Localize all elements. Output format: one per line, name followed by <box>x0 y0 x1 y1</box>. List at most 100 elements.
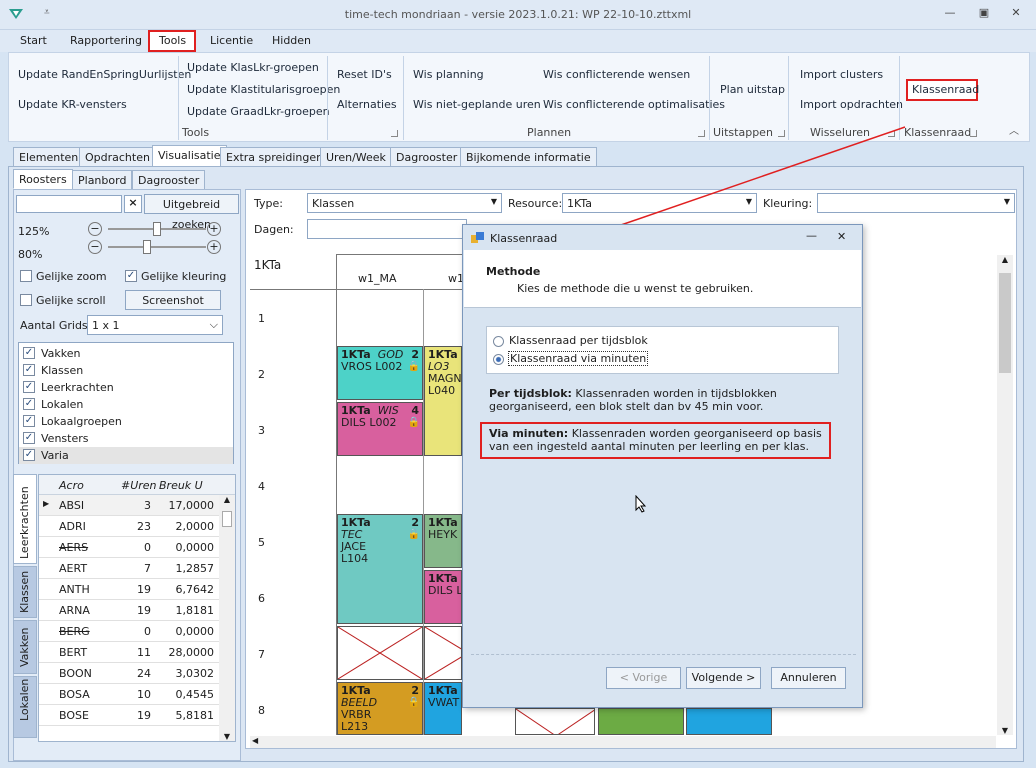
minimize-icon[interactable]: — <box>940 6 960 22</box>
schedule-hscroll[interactable]: ◀ <box>250 736 996 748</box>
import-clusters-button[interactable]: Import clusters <box>800 68 883 81</box>
scroll-up-icon[interactable]: ▲ <box>997 255 1013 264</box>
menu-hidden[interactable]: Hidden <box>272 34 311 50</box>
dialog-close-icon[interactable]: ✕ <box>837 230 846 243</box>
table-row[interactable]: ANTH 19 6,7642 <box>39 579 219 600</box>
menu-tools[interactable]: Tools <box>159 34 186 50</box>
checklist-checkbox[interactable]: ✓ <box>23 432 35 444</box>
collapse-ribbon-icon[interactable]: ︿ <box>1009 122 1019 137</box>
previous-button[interactable]: < Vorige <box>606 667 681 689</box>
schedule-slot[interactable]: 1KTa 2 BEELD VRBR L213 🔒 <box>337 682 423 735</box>
alternaties-button[interactable]: Alternaties <box>337 98 397 111</box>
close-icon[interactable]: ✕ <box>1006 6 1026 22</box>
schedule-slot[interactable]: 1KTa DILS L <box>424 570 462 624</box>
zoom-in-icon[interactable]: + <box>207 240 221 254</box>
zoom-out-icon[interactable]: − <box>88 222 102 236</box>
vtab-vakken[interactable]: Vakken <box>13 620 37 674</box>
zoom-out-icon[interactable]: − <box>88 240 102 254</box>
vtab-klassen[interactable]: Klassen <box>13 566 37 618</box>
col-header-acro[interactable]: Acro <box>59 479 84 492</box>
group-launcher-icon[interactable] <box>391 130 398 137</box>
menu-licentie[interactable]: Licentie <box>210 34 253 50</box>
wis-niet-geplande-uren-button[interactable]: Wis niet-geplande uren <box>413 98 541 111</box>
checklist-checkbox[interactable]: ✓ <box>23 364 35 376</box>
scroll-thumb[interactable] <box>999 273 1011 373</box>
group-launcher-icon[interactable] <box>970 130 977 137</box>
option-via-minuten-label[interactable]: Klassenraad via minuten <box>508 351 649 366</box>
checklist-item[interactable]: ✓ Lokalen <box>19 396 233 413</box>
zoom-in-icon[interactable]: + <box>207 222 221 236</box>
table-row[interactable]: BOON 24 3,0302 <box>39 663 219 684</box>
schedule-slot[interactable]: 1KTa LO3 MAGN L040 <box>424 346 462 456</box>
checklist-item[interactable]: ✓ Varia <box>19 447 233 464</box>
schedule-slot[interactable]: 1KTa VWAT <box>424 682 462 735</box>
advanced-search-button[interactable]: Uitgebreid zoeken <box>144 194 239 231</box>
tab-visualisatie[interactable]: Visualisatie <box>152 145 227 167</box>
checklist-item[interactable]: ✓ Vensters <box>19 430 233 447</box>
tab-opdrachten[interactable]: Opdrachten <box>79 147 156 167</box>
tab-elementen[interactable]: Elementen <box>13 147 85 167</box>
schedule-vscroll[interactable]: ▲ ▼ <box>997 255 1013 735</box>
table-row[interactable]: ARNA 19 1,8181 <box>39 600 219 621</box>
wis-conflicterende-wensen-button[interactable]: Wis conflicterende wensen <box>543 68 690 81</box>
plan-uitstap-button[interactable]: Plan uitstap <box>720 83 785 96</box>
clear-search-button[interactable]: × <box>124 195 142 213</box>
cancel-button[interactable]: Annuleren <box>771 667 846 689</box>
gelijke-scroll-checkbox[interactable] <box>20 294 32 306</box>
subtab-planbord[interactable]: Planbord <box>72 170 133 190</box>
vtab-lokalen[interactable]: Lokalen <box>13 676 37 738</box>
wis-conflicterende-optimalisaties-button[interactable]: Wis conflicterende optimalisaties <box>543 98 725 111</box>
update-kr-vensters-button[interactable]: Update KR-vensters <box>18 98 127 111</box>
row-selector-icon[interactable]: ▶ <box>43 499 49 508</box>
table-scrollbar[interactable]: ▲ ▼ <box>219 495 235 741</box>
radio-via-minuten[interactable] <box>493 354 504 365</box>
checklist-item[interactable]: ✓ Lokaalgroepen <box>19 413 233 430</box>
scroll-thumb[interactable] <box>222 511 232 527</box>
klassenraad-button[interactable]: Klassenraad <box>912 83 979 96</box>
maximize-icon[interactable]: ▣ <box>974 6 994 22</box>
tab-bijkomende-informatie[interactable]: Bijkomende informatie <box>460 147 597 167</box>
gelijke-zoom-checkbox[interactable] <box>20 270 32 282</box>
tab-uren-week[interactable]: Uren/Week <box>320 147 392 167</box>
search-input[interactable] <box>16 195 122 213</box>
checklist-item[interactable]: ✓ Klassen <box>19 362 233 379</box>
table-row[interactable]: BERT 11 28,0000 <box>39 642 219 663</box>
subtab-roosters[interactable]: Roosters <box>13 169 73 189</box>
checklist-checkbox[interactable]: ✓ <box>23 398 35 410</box>
col-header-breuk[interactable]: Breuk U <box>159 479 203 492</box>
table-row[interactable]: BERG 0 0,0000 <box>39 621 219 642</box>
screenshot-button[interactable]: Screenshot <box>125 290 221 310</box>
dialog-minimize-icon[interactable]: — <box>806 229 817 242</box>
subtab-dagrooster[interactable]: Dagrooster <box>132 170 206 190</box>
wis-planning-button[interactable]: Wis planning <box>413 68 484 81</box>
radio-per-tijdsblok[interactable] <box>493 336 504 347</box>
next-button[interactable]: Volgende > <box>686 667 761 689</box>
menu-start[interactable]: Start <box>20 34 47 50</box>
schedule-slot[interactable]: 1KTa WIS 4 DILS L002 🔒 <box>337 402 423 456</box>
schedule-slot[interactable] <box>686 708 772 735</box>
table-row[interactable]: ▶ ABSI 3 17,0000 <box>39 495 219 516</box>
scroll-down-icon[interactable]: ▼ <box>219 732 235 741</box>
checklist-checkbox[interactable]: ✓ <box>23 449 35 461</box>
table-row[interactable]: BOSE 19 5,8181 <box>39 705 219 726</box>
col-header-uren[interactable]: #Uren <box>121 479 157 492</box>
checklist-item[interactable]: ✓ Leerkrachten <box>19 379 233 396</box>
schedule-slot[interactable]: 1KTa HEYK <box>424 514 462 568</box>
schedule-slot[interactable]: 1KTa GOD 2 VROS L002 🔒 <box>337 346 423 400</box>
type-select[interactable]: Klassen ▼ <box>307 193 502 213</box>
table-row[interactable]: ADRI 23 2,0000 <box>39 516 219 537</box>
vtab-leerkrachten[interactable]: Leerkrachten <box>13 474 37 564</box>
update-klastitularisgroepen-button[interactable]: Update Klastitularisgroepen <box>187 83 340 96</box>
gelijke-kleuring-checkbox[interactable]: ✓ <box>125 270 137 282</box>
checklist-item[interactable]: ✓ Vakken <box>19 345 233 362</box>
aantal-grids-select[interactable]: 1 x 1 ⌵ <box>87 315 223 335</box>
table-row[interactable]: AERT 7 1,2857 <box>39 558 219 579</box>
menu-rapportering[interactable]: Rapportering <box>70 34 142 50</box>
reset-ids-button[interactable]: Reset ID's <box>337 68 392 81</box>
option-per-tijdsblok-label[interactable]: Klassenraad per tijdsblok <box>509 334 648 347</box>
update-randenspringuurlijsten-button[interactable]: Update RandEnSpringUurlijsten <box>18 68 191 81</box>
update-graadlkr-groepen-button[interactable]: Update GraadLkr-groepen <box>187 105 330 118</box>
scroll-up-icon[interactable]: ▲ <box>219 495 235 504</box>
checklist-checkbox[interactable]: ✓ <box>23 347 35 359</box>
table-row[interactable]: BOSA 10 0,4545 <box>39 684 219 705</box>
